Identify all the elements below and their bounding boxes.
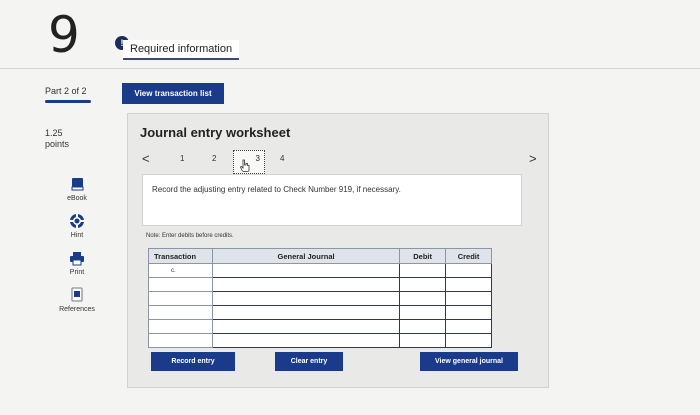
view-general-journal-button[interactable]: View general journal: [420, 352, 518, 371]
journal-entry-worksheet: Journal entry worksheet < 1 2 3 4 > Reco…: [127, 113, 549, 388]
table-row: [148, 305, 492, 320]
references-label: References: [59, 306, 95, 313]
page-1[interactable]: 1: [180, 154, 184, 163]
table-row: [148, 291, 492, 306]
general-journal-input[interactable]: [211, 305, 401, 320]
hint-tool[interactable]: Hint: [55, 213, 99, 239]
prev-page-icon[interactable]: <: [142, 151, 150, 166]
transaction-cell: [148, 305, 213, 320]
table-row: [148, 319, 492, 334]
points-unit: points: [45, 139, 70, 150]
page-3-active[interactable]: 3: [233, 150, 265, 174]
col-transaction: Transaction: [148, 248, 213, 264]
debit-input[interactable]: [399, 277, 447, 292]
transaction-cell: [148, 291, 213, 306]
references-icon: [71, 287, 83, 302]
credit-input[interactable]: [445, 319, 492, 334]
print-tool[interactable]: Print: [55, 250, 99, 276]
hand-cursor-icon: [239, 159, 250, 172]
points-value: 1.25: [45, 128, 63, 138]
ebook-label: eBook: [67, 195, 87, 202]
view-transaction-list-button[interactable]: View transaction list: [122, 83, 224, 104]
header-divider: [0, 68, 700, 69]
debit-input[interactable]: [399, 263, 447, 278]
print-label: Print: [69, 269, 85, 276]
next-page-icon[interactable]: >: [529, 151, 537, 166]
ebook-tool[interactable]: eBook: [55, 176, 99, 202]
general-journal-input[interactable]: [211, 277, 401, 292]
debit-input[interactable]: [399, 333, 447, 348]
transaction-cell: c.: [148, 263, 213, 278]
debit-input[interactable]: [399, 305, 447, 320]
credit-input[interactable]: [445, 333, 492, 348]
part-progress-bar: [45, 100, 91, 103]
tab-required-information[interactable]: Required information: [123, 40, 240, 60]
credit-input[interactable]: [445, 305, 492, 320]
points-block: 1.25 points: [45, 128, 85, 151]
page-4[interactable]: 4: [280, 154, 284, 163]
general-journal-input[interactable]: [211, 319, 401, 334]
table-row: [148, 333, 492, 348]
record-entry-button[interactable]: Record entry: [151, 352, 235, 371]
col-general-journal: General Journal: [211, 248, 401, 264]
clear-entry-button[interactable]: Clear entry: [275, 352, 343, 371]
table-row: [148, 277, 492, 292]
credit-input[interactable]: [445, 263, 492, 278]
transaction-cell: [148, 319, 213, 334]
instruction-box: Record the adjusting entry related to Ch…: [142, 174, 522, 226]
question-number: 9: [48, 6, 80, 64]
col-debit: Debit: [399, 248, 447, 264]
debit-input[interactable]: [399, 291, 447, 306]
hint-label: Hint: [70, 232, 84, 239]
general-journal-input[interactable]: [211, 291, 401, 306]
entry-note: Note: Enter debits before credits.: [146, 233, 234, 239]
credit-input[interactable]: [445, 291, 492, 306]
transaction-cell: [148, 333, 213, 348]
hint-icon: [70, 214, 84, 228]
part-indicator: Part 2 of 2: [45, 86, 87, 96]
journal-table-header: Transaction General Journal Debit Credit: [148, 248, 492, 264]
worksheet-title: Journal entry worksheet: [140, 125, 291, 140]
transaction-cell: [148, 277, 213, 292]
book-icon: [71, 178, 84, 191]
general-journal-input[interactable]: [211, 333, 401, 348]
debit-input[interactable]: [399, 319, 447, 334]
print-icon: [70, 252, 84, 266]
journal-table: Transaction General Journal Debit Credit…: [148, 248, 492, 348]
page-3-label: 3: [255, 154, 260, 163]
table-row: c.: [148, 263, 492, 278]
instruction-text: Record the adjusting entry related to Ch…: [152, 185, 401, 194]
page-2[interactable]: 2: [212, 154, 216, 163]
col-credit: Credit: [445, 248, 492, 264]
credit-input[interactable]: [445, 277, 492, 292]
general-journal-input[interactable]: [211, 263, 401, 278]
references-tool[interactable]: References: [55, 287, 99, 313]
